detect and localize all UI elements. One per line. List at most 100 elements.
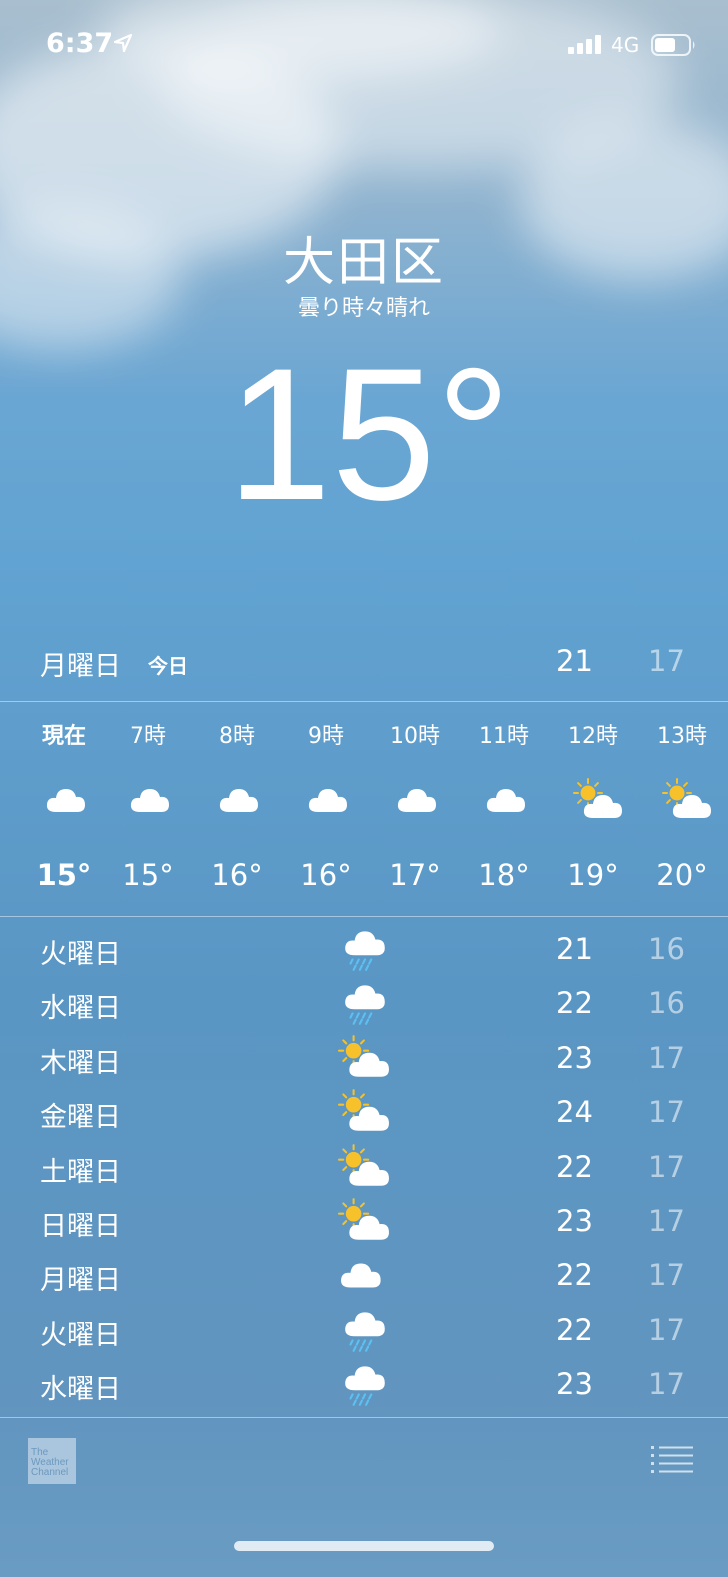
hour-label: 現在: [41, 724, 86, 749]
hour-temperature: 15°: [36, 858, 92, 892]
hour-icon: [573, 778, 622, 818]
day-low: 17: [648, 1149, 685, 1184]
hour-label: 13時: [657, 724, 707, 749]
hour-label: 9時: [308, 724, 344, 749]
today-day: 月曜日: [40, 651, 121, 682]
hour-icon: [44, 778, 88, 818]
hour-label: 12時: [568, 724, 618, 749]
day-low: 17: [648, 1312, 685, 1347]
day-low: 17: [648, 1367, 685, 1402]
day-name: 水曜日: [40, 1374, 121, 1406]
day-icon: [338, 1252, 390, 1298]
hourly-item: 12時 19°: [548, 702, 638, 916]
city-list-icon[interactable]: [651, 1446, 695, 1474]
day-name: 水曜日: [40, 993, 121, 1025]
day-low: 17: [648, 1095, 685, 1130]
hour-icon: [662, 778, 711, 818]
home-indicator[interactable]: [234, 1541, 494, 1551]
daily-row: 月曜日 22 17: [0, 1248, 728, 1302]
battery-icon: [651, 34, 695, 56]
day-low: 16: [648, 932, 685, 966]
day-high: 22: [556, 1312, 593, 1347]
partly-sunny-icon: [662, 778, 711, 818]
hourly-item: 8時 16°: [192, 702, 282, 916]
weather-condition: 曇り時々晴れ: [297, 296, 430, 321]
day-high: 23: [556, 1040, 593, 1075]
hourly-item: 11時 18°: [459, 702, 549, 916]
weather-channel-logo[interactable]: The Weather Channel: [28, 1438, 76, 1484]
divider: [0, 916, 728, 917]
daily-row: 火曜日 21 16: [0, 922, 728, 976]
today-summary: 月曜日 今日 21 17: [0, 630, 728, 700]
hour-label: 11時: [479, 724, 529, 749]
partly-sunny-icon: [338, 1198, 389, 1240]
daily-forecast[interactable]: 火曜日 21 16 水曜日 22 16 木曜日 23 17 金曜日 24 17 土曜日 22 17 日曜日 23…: [0, 922, 728, 1412]
hour-temperature: 16°: [211, 858, 263, 892]
partly-sunny-icon: [338, 1143, 389, 1186]
hourly-forecast[interactable]: 現在 15° 7時 15° 8時 16° 9時 16° 10時 17° 11時 18° 12時 19° 13…: [0, 702, 728, 916]
day-icon: [338, 1307, 390, 1353]
partly-sunny-icon: [573, 778, 622, 818]
status-bar: 6:37 4G: [0, 0, 728, 90]
city-name: 大田区: [282, 233, 445, 293]
day-name: 月曜日: [40, 1265, 121, 1297]
partly-sunny-icon: [338, 1089, 389, 1131]
cloud-icon: [46, 789, 85, 812]
daily-row: 火曜日 22 17: [0, 1303, 728, 1357]
hour-label: 7時: [130, 724, 166, 749]
hour-temperature: 20°: [656, 858, 708, 892]
hour-icon: [306, 778, 350, 818]
status-time: 6:37: [46, 28, 114, 59]
daily-row: 水曜日 23 17: [0, 1357, 728, 1411]
partly-sunny-icon: [338, 1034, 389, 1077]
today-label: 今日: [148, 654, 188, 678]
day-name: 火曜日: [40, 939, 121, 970]
hourly-item: 現在 15°: [19, 702, 109, 916]
cloud-icon: [308, 789, 347, 812]
day-icon: [338, 980, 390, 1026]
network-type: 4G: [611, 33, 640, 57]
hour-temperature: 17°: [389, 858, 441, 892]
hour-icon: [128, 778, 172, 818]
footer-bar: The Weather Channel: [0, 1418, 728, 1518]
hour-label: 8時: [219, 724, 255, 749]
day-icon: [338, 926, 390, 972]
hour-temperature: 16°: [300, 858, 352, 892]
day-name: 土曜日: [40, 1156, 121, 1188]
rain-icon: [345, 1312, 385, 1352]
current-temperature: 15°: [226, 329, 512, 539]
cloud-icon: [486, 789, 525, 812]
day-high: 23: [556, 1367, 593, 1402]
day-high: 23: [556, 1203, 593, 1238]
cellular-signal-icon: [568, 35, 601, 54]
cloud-icon: [341, 1263, 381, 1288]
hour-temperature: 18°: [478, 858, 530, 892]
daily-row: 木曜日 23 17: [0, 1031, 728, 1085]
daily-row: 金曜日 24 17: [0, 1085, 728, 1139]
day-icon: [338, 1361, 390, 1407]
day-name: 火曜日: [40, 1319, 121, 1351]
hourly-item: 7時 15°: [103, 702, 193, 916]
daily-row: 水曜日 22 16: [0, 976, 728, 1030]
day-high: 21: [556, 932, 593, 966]
hour-temperature: 15°: [122, 858, 174, 892]
day-high: 22: [556, 1258, 593, 1293]
daily-row: 土曜日 22 17: [0, 1140, 728, 1194]
day-icon: [338, 1143, 390, 1190]
hourly-item: 10時 17°: [370, 702, 460, 916]
hour-label: 10時: [390, 724, 440, 749]
hourly-item: 9時 16°: [281, 702, 371, 916]
rain-icon: [345, 931, 385, 971]
day-low: 17: [648, 1040, 685, 1075]
day-icon: [338, 1034, 390, 1081]
day-low: 17: [648, 1258, 685, 1293]
cloud-icon: [130, 789, 169, 812]
day-icon: [338, 1089, 390, 1135]
cloud-icon: [397, 789, 436, 812]
hour-temperature: 19°: [567, 858, 619, 892]
daily-row: 日曜日 23 17: [0, 1194, 728, 1248]
today-low: 17: [648, 644, 685, 678]
day-low: 16: [648, 986, 685, 1021]
hour-icon: [484, 778, 528, 818]
day-name: 金曜日: [40, 1102, 121, 1134]
